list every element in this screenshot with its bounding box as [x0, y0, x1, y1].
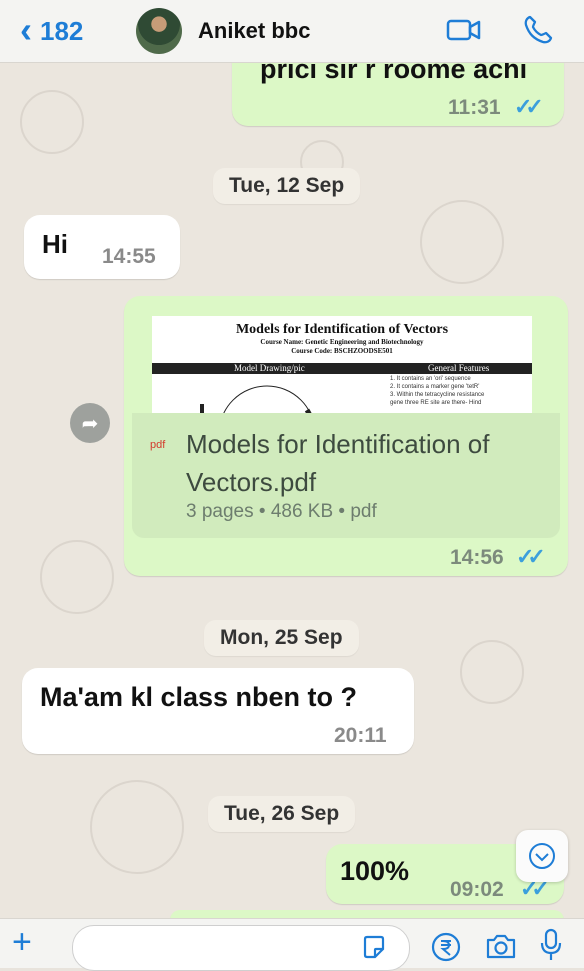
read-ticks-icon: ✓✓ — [516, 544, 546, 569]
preview-feature: 2. It contains a marker gene 'tetR' — [390, 384, 480, 390]
message-bubble-incoming[interactable]: Hi 14:55 — [24, 215, 180, 279]
camera-icon[interactable] — [484, 931, 518, 966]
preview-feature: gene three RE site are there- Hind — [390, 400, 482, 406]
microphone-icon[interactable] — [538, 927, 564, 968]
unread-count: 182 — [40, 16, 84, 46]
chevron-left-icon: ‹ — [20, 8, 32, 50]
rupee-icon[interactable] — [430, 931, 462, 968]
message-text: Hi — [42, 229, 68, 259]
preview-feature: 3. Within the tetracycline resistance — [390, 392, 485, 398]
contact-name[interactable]: Aniket bbc — [198, 18, 310, 44]
preview-feature: 1. It contains an 'ori' sequence — [390, 376, 471, 382]
avatar[interactable] — [136, 8, 182, 54]
video-call-icon[interactable] — [446, 16, 482, 49]
date-separator: Mon, 25 Sep — [204, 620, 359, 656]
preview-code: Course Code: BSCHZOODSE501 — [291, 347, 393, 355]
forward-icon[interactable]: ➦ — [70, 403, 110, 443]
message-time: 14:56 — [450, 546, 504, 569]
document-name: Models for Identification of Vectors.pdf — [186, 429, 490, 497]
preview-col1: Model Drawing/pic — [234, 363, 305, 373]
chat-header: ‹ 182 Aniket bbc — [0, 0, 584, 63]
phone-icon[interactable] — [522, 14, 554, 51]
date-separator: Tue, 12 Sep — [213, 168, 361, 204]
plasmid-diagram — [200, 385, 312, 413]
preview-col2: General Features — [428, 363, 490, 373]
compose-bar: + — [0, 918, 584, 971]
document-info[interactable]: pdf Models for Identification of Vectors… — [132, 413, 560, 538]
message-time: 11:31 — [448, 96, 501, 119]
preview-title: Models for Identification of Vectors — [235, 322, 449, 337]
document-preview[interactable]: Models for Identification of Vectors Cou… — [152, 316, 532, 413]
read-ticks-icon: ✓✓ — [514, 94, 544, 119]
pdf-file-icon: pdf — [150, 439, 166, 451]
message-time: 14:55 — [102, 245, 156, 268]
message-text: 100% — [340, 856, 410, 886]
scroll-to-bottom-button[interactable] — [516, 830, 568, 882]
preview-course: Course Name: Genetic Engineering and Bio… — [260, 338, 424, 346]
sticker-icon[interactable] — [360, 933, 388, 966]
plus-icon[interactable]: + — [12, 925, 32, 959]
document-meta: 3 pages • 486 KB • pdf — [186, 501, 377, 522]
message-bubble-incoming[interactable]: Ma'am kl class nben to ? 20:11 — [22, 668, 414, 754]
back-button[interactable]: ‹ 182 — [20, 8, 84, 50]
message-time: 20:11 — [334, 724, 387, 747]
message-time: 09:02 — [450, 878, 504, 901]
date-separator: Tue, 26 Sep — [208, 796, 356, 832]
message-text: Ma'am kl class nben to ? — [40, 682, 358, 712]
chevron-down-icon — [529, 843, 555, 869]
